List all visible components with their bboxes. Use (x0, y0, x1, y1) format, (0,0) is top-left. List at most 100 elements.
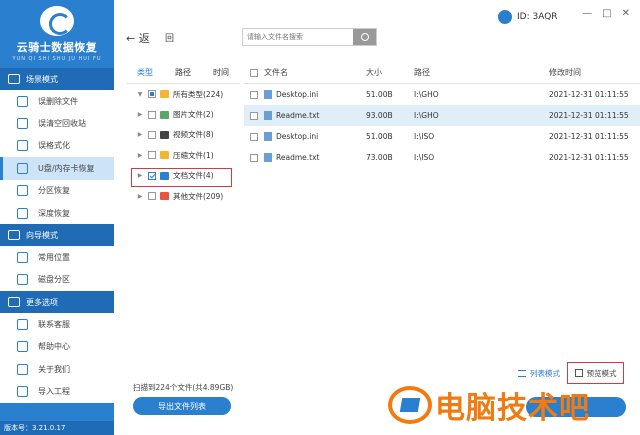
tree-item[interactable]: ▶ 其他文件(209) (126, 186, 240, 206)
list-icon (518, 370, 526, 377)
app-title: 云骑士数据恢复 (16, 41, 98, 54)
col-size[interactable]: 大小 (366, 67, 414, 78)
row-checkbox[interactable] (250, 90, 258, 99)
sidebar-item[interactable]: 误删除文件 (0, 90, 114, 112)
col-time[interactable]: 修改时间 (549, 67, 640, 78)
tree-checkbox[interactable] (148, 110, 156, 119)
window-controls: — □ ✕ (582, 8, 630, 19)
file-icon (264, 111, 272, 120)
tree-item-label: 压缩文件(1) (173, 150, 214, 160)
user-badge[interactable]: ID: 3AQR (498, 10, 558, 24)
tree-item-label: 其他文件(209) (173, 191, 224, 201)
sidebar-item[interactable]: U盘/内存卡恢复 (0, 157, 114, 180)
disk-icon (17, 274, 28, 286)
watermark: 电脑技术吧 (388, 383, 590, 427)
col-name[interactable]: 文件名 (264, 67, 366, 78)
sidebar-item-label: 关于我们 (38, 364, 70, 374)
expand-arrow-icon[interactable]: ▼ (136, 91, 144, 98)
deep-scan-icon (17, 207, 28, 219)
sidebar-item-label: 误格式化 (38, 141, 70, 151)
expand-arrow-icon[interactable]: ▶ (136, 193, 144, 200)
file-type-icon (160, 130, 169, 139)
table-row[interactable]: Desktop.ini 51.00B I:\GHO 2021-12-31 01:11:… (244, 84, 640, 105)
expand-arrow-icon[interactable]: ▶ (136, 111, 144, 118)
partition-icon (17, 185, 28, 197)
row-checkbox[interactable] (250, 153, 258, 162)
table-header: 文件名 大小 路径 修改时间 (244, 62, 640, 84)
highlight-box (131, 168, 232, 187)
sidebar-item[interactable]: 联系客服 (0, 313, 114, 335)
file-time: 2021-12-31 01:11:55 (549, 111, 629, 120)
search-icon (360, 33, 369, 41)
trash-icon (17, 95, 28, 107)
sidebar-item[interactable]: 误格式化 (0, 135, 114, 157)
sidebar: 云骑士数据恢复 YUN QI SHI SHU JU HUI FU 场景模式 误删除… (0, 0, 114, 435)
table-row[interactable]: Desktop.ini 51.00B I:\ISO 2021-12-31 01:11:… (244, 126, 640, 147)
list-mode-label: 列表模式 (530, 369, 560, 378)
search-button[interactable] (353, 29, 376, 45)
table-row[interactable]: Readme.txt 73.00B I:\ISO 2021-12-31 01:11:5… (244, 147, 640, 168)
section-title: 向导模式 (26, 230, 58, 240)
sidebar-item-label: 磁盘分区 (38, 275, 70, 285)
back-button[interactable]: ← 返 (126, 30, 150, 46)
minimize-button[interactable]: — (582, 8, 592, 19)
row-checkbox[interactable] (250, 111, 258, 120)
tab-path[interactable]: 路径 (164, 67, 202, 78)
row-checkbox[interactable] (250, 132, 258, 141)
file-type-icon (160, 192, 169, 201)
tree-item[interactable]: ▶ 图片文件(2) (126, 104, 240, 124)
file-size: 73.00B (366, 153, 393, 162)
file-path: I:\GHO (414, 111, 439, 120)
user-avatar-icon (498, 10, 512, 24)
expand-arrow-icon[interactable]: ▶ (136, 152, 144, 159)
file-type-tree: 类型 路径 时间 ▼ 所有类型(224) ▶ 图片文件(2) ▶ 视频文件(8) ▶ 压缩文件… (126, 62, 240, 360)
tree-checkbox[interactable] (148, 192, 156, 201)
tree-checkbox[interactable] (148, 130, 156, 139)
sidebar-item[interactable]: 误清空回收站 (0, 112, 114, 134)
file-type-icon (160, 110, 169, 119)
sidebar-item[interactable]: 磁盘分区 (0, 269, 114, 291)
close-button[interactable]: ✕ (622, 8, 630, 19)
tree-checkbox[interactable] (148, 90, 156, 99)
top-bar: ← 返 回 ID: 3AQR — □ ✕ (114, 0, 640, 68)
sidebar-item[interactable]: 关于我们 (0, 358, 114, 380)
sidebar-item[interactable]: 深度恢复 (0, 202, 114, 224)
restore-button[interactable]: □ (602, 8, 611, 19)
sidebar-item[interactable]: 分区恢复 (0, 180, 114, 202)
tree-tabs: 类型 路径 时间 (126, 62, 240, 84)
sidebar-item[interactable]: 帮助中心 (0, 336, 114, 358)
select-all-checkbox[interactable] (250, 68, 258, 77)
col-path[interactable]: 路径 (414, 67, 549, 78)
expand-arrow-icon[interactable]: ▶ (136, 131, 144, 138)
info-icon (17, 363, 28, 375)
search-box (242, 28, 377, 46)
export-list-button[interactable]: 导出文件列表 (133, 397, 231, 415)
sidebar-section-header: 场景模式 (0, 68, 114, 90)
tree-item-label: 图片文件(2) (173, 110, 214, 120)
tab-type[interactable]: 类型 (126, 67, 164, 78)
list-mode-button[interactable]: 列表模式 (518, 368, 560, 379)
sidebar-item-label: U盘/内存卡恢复 (38, 163, 95, 173)
sidebar-item[interactable]: 导入工程 (0, 380, 114, 402)
preview-mode-button[interactable]: 预览模式 (567, 362, 624, 384)
version-label: 版本号：3.21.0.17 (0, 421, 114, 435)
format-icon (17, 140, 28, 152)
watermark-text: 电脑技术吧 (435, 391, 590, 426)
tab-time[interactable]: 时间 (202, 67, 240, 78)
tree-checkbox[interactable] (148, 151, 156, 160)
tree-item[interactable]: ▶ 视频文件(8) (126, 125, 240, 145)
home-button[interactable]: 回 (165, 31, 174, 44)
scan-info: 扫描到224个文件(共4.89GB) (133, 383, 234, 392)
section-icon (8, 230, 20, 241)
sidebar-item[interactable]: 常用位置 (0, 246, 114, 268)
tree-item[interactable]: ▶ 压缩文件(1) (126, 145, 240, 165)
table-row[interactable]: Readme.txt 93.00B I:\GHO 2021-12-31 01:11:5… (244, 105, 640, 126)
sidebar-item-label: 常用位置 (38, 253, 70, 263)
file-name: Readme.txt (276, 153, 320, 162)
sidebar-item-label: 深度恢复 (38, 208, 70, 218)
app-logo-icon (40, 6, 74, 36)
search-input[interactable] (243, 29, 353, 45)
tree-item-label: 所有类型(224) (173, 89, 224, 99)
tree-item[interactable]: ▼ 所有类型(224) (126, 84, 240, 104)
sidebar-item-label: 误清空回收站 (38, 119, 86, 129)
